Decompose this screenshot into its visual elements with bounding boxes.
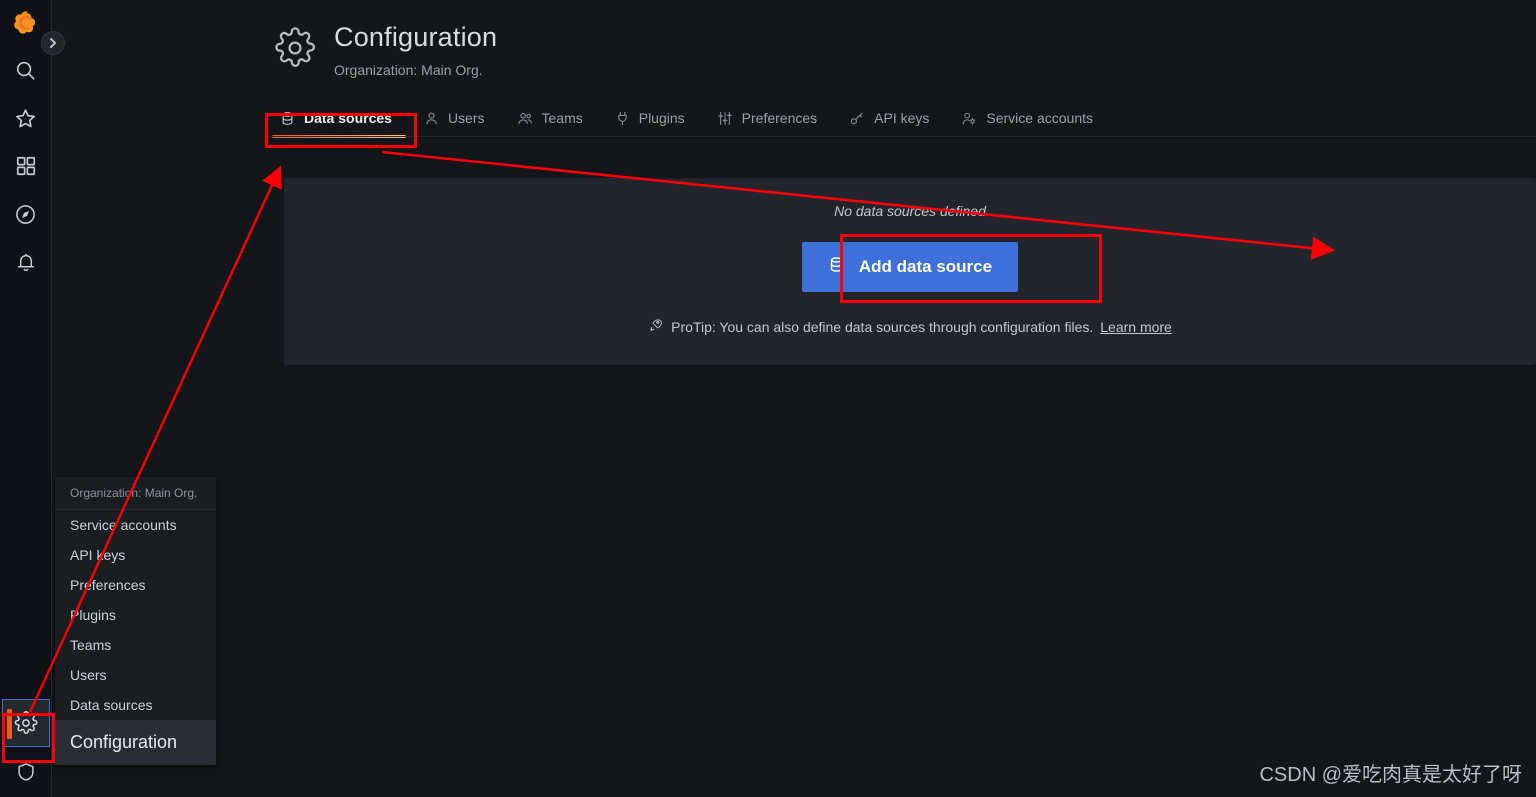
plug-icon	[615, 111, 630, 126]
empty-state-message: No data sources defined	[834, 203, 986, 219]
tab-label: Service accounts	[986, 110, 1093, 127]
flyout-section-configuration[interactable]: Configuration	[55, 720, 216, 765]
tab-preferences[interactable]: Preferences	[701, 110, 833, 137]
tab-data-sources[interactable]: Data sources	[264, 110, 408, 139]
key-icon	[849, 111, 865, 126]
shield-admin-icon[interactable]	[0, 747, 52, 797]
protip-text: ProTip: You can also define data sources…	[671, 318, 1094, 335]
flyout-item-plugins[interactable]: Plugins	[55, 600, 216, 630]
tab-users[interactable]: Users	[408, 110, 501, 137]
tab-label: Plugins	[638, 110, 685, 127]
app-root: Organization: Main Org. Service accounts…	[0, 0, 1536, 797]
sidebar-item-configuration[interactable]	[1, 699, 50, 747]
user-gear-icon	[961, 111, 977, 126]
flyout-item-api-keys[interactable]: API keys	[55, 540, 216, 570]
tab-service-accounts[interactable]: Service accounts	[945, 110, 1109, 137]
flyout-item-data-sources[interactable]: Data sources	[55, 690, 216, 720]
tab-plugins[interactable]: Plugins	[599, 110, 701, 137]
flyout-item-service-accounts[interactable]: Service accounts	[55, 510, 216, 540]
sliders-icon	[717, 111, 733, 126]
configuration-flyout-menu: Organization: Main Org. Service accounts…	[55, 477, 216, 765]
tab-label: Data sources	[304, 110, 392, 127]
dashboards-icon[interactable]	[0, 142, 52, 190]
button-label: Add data source	[858, 257, 993, 276]
add-datasource-row: Add data source	[284, 242, 1536, 292]
tab-label: Users	[447, 110, 485, 127]
tab-api-keys[interactable]: API keys	[833, 110, 945, 137]
search-icon[interactable]	[0, 46, 52, 94]
tab-label: API keys	[874, 110, 930, 127]
gear-icon	[274, 27, 316, 74]
users-icon	[517, 111, 533, 126]
page-header: Configuration Organization: Main Org.	[52, 0, 1536, 78]
rocket-icon	[648, 317, 664, 336]
bell-alerting-icon[interactable]	[0, 238, 52, 286]
flyout-org-header: Organization: Main Org.	[55, 477, 216, 510]
flyout-item-preferences[interactable]: Preferences	[55, 570, 216, 600]
compass-explore-icon[interactable]	[0, 190, 52, 238]
sidebar-collapse-button[interactable]	[41, 31, 65, 55]
tab-label: Preferences	[741, 110, 818, 127]
sidebar-bottom-group	[0, 699, 52, 797]
main-content: Configuration Organization: Main Org. Da…	[52, 0, 1536, 797]
user-icon	[424, 111, 439, 126]
database-icon	[280, 111, 295, 126]
star-icon[interactable]	[0, 94, 52, 142]
page-subtitle: Organization: Main Org.	[334, 62, 483, 79]
flyout-item-teams[interactable]: Teams	[55, 630, 216, 660]
page-title: Configuration	[334, 22, 498, 52]
main-sidebar	[0, 0, 52, 797]
protip-row: ProTip: You can also define data sources…	[284, 317, 1536, 336]
learn-more-link[interactable]: Learn more	[1100, 319, 1172, 335]
datasources-empty-panel: No data sources defined Add data source	[284, 178, 1536, 365]
add-data-source-button[interactable]: Add data source	[801, 242, 1019, 292]
flyout-item-users[interactable]: Users	[55, 660, 216, 690]
settings-tabbar: Data sources Users Teams Plugins Prefere…	[264, 100, 1536, 139]
tab-label: Teams	[541, 110, 583, 127]
database-icon	[828, 256, 845, 278]
tab-teams[interactable]: Teams	[501, 110, 599, 137]
csdn-watermark: CSDN @爱吃肉真是太好了呀	[1259, 764, 1522, 786]
